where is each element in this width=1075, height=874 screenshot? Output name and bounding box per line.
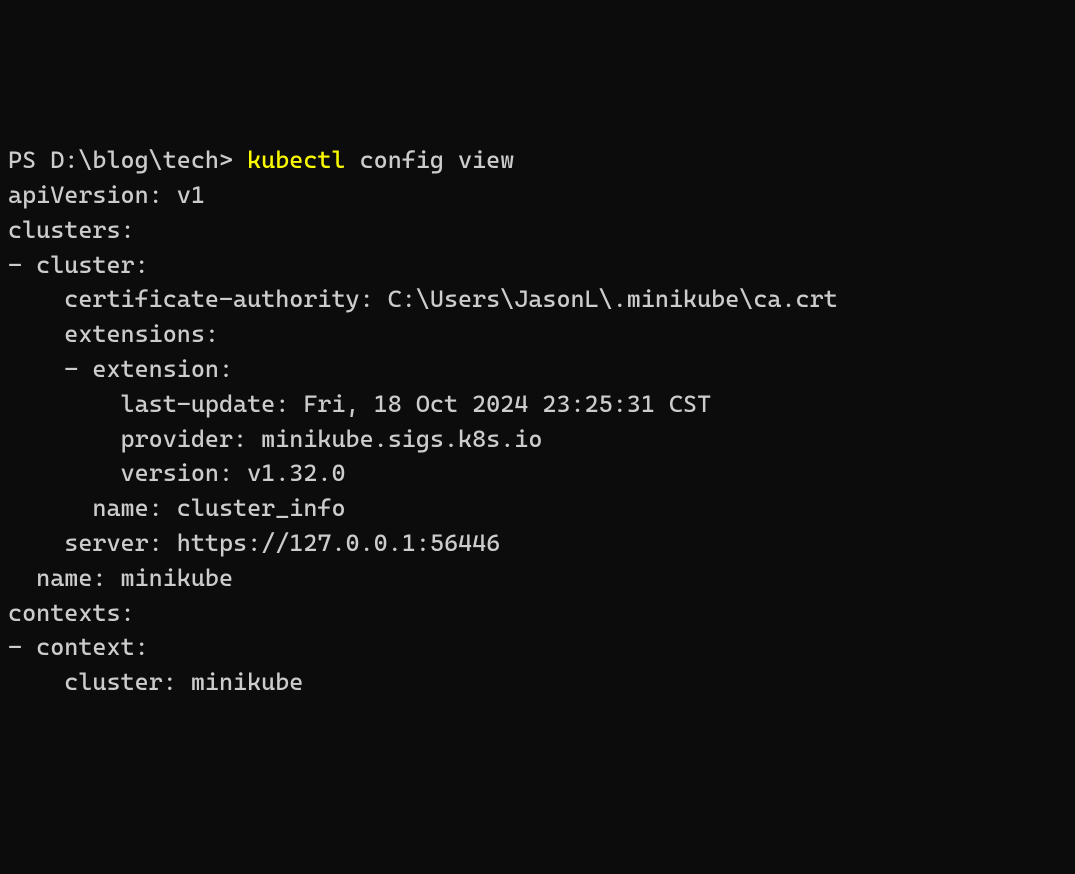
output-line: name: cluster_info xyxy=(8,494,346,522)
output-line: version: v1.32.0 xyxy=(8,459,346,487)
output-line: - extension: xyxy=(8,355,233,383)
prompt-line: PS D:\blog\tech> kubectl config view xyxy=(8,146,514,174)
output-line: provider: minikube.sigs.k8s.io xyxy=(8,425,542,453)
output-line: server: https://127.0.0.1:56446 xyxy=(8,529,500,557)
output-line: cluster: minikube xyxy=(8,668,303,696)
output-line: name: minikube xyxy=(8,564,233,592)
output-line: extensions: xyxy=(8,320,219,348)
terminal-window[interactable]: PS D:\blog\tech> kubectl config view api… xyxy=(8,143,1067,700)
command-args: config view xyxy=(346,146,515,174)
output-line: certificate-authority: C:\Users\JasonL\.… xyxy=(8,285,838,313)
output-line: - context: xyxy=(8,633,149,661)
output-line: clusters: xyxy=(8,216,135,244)
output-line: - cluster: xyxy=(8,251,149,279)
command-name: kubectl xyxy=(247,146,345,174)
output-line: apiVersion: v1 xyxy=(8,181,205,209)
output-line: contexts: xyxy=(8,599,135,627)
prompt-prefix: PS D:\blog\tech> xyxy=(8,146,247,174)
output-line: last-update: Fri, 18 Oct 2024 23:25:31 C… xyxy=(8,390,711,418)
